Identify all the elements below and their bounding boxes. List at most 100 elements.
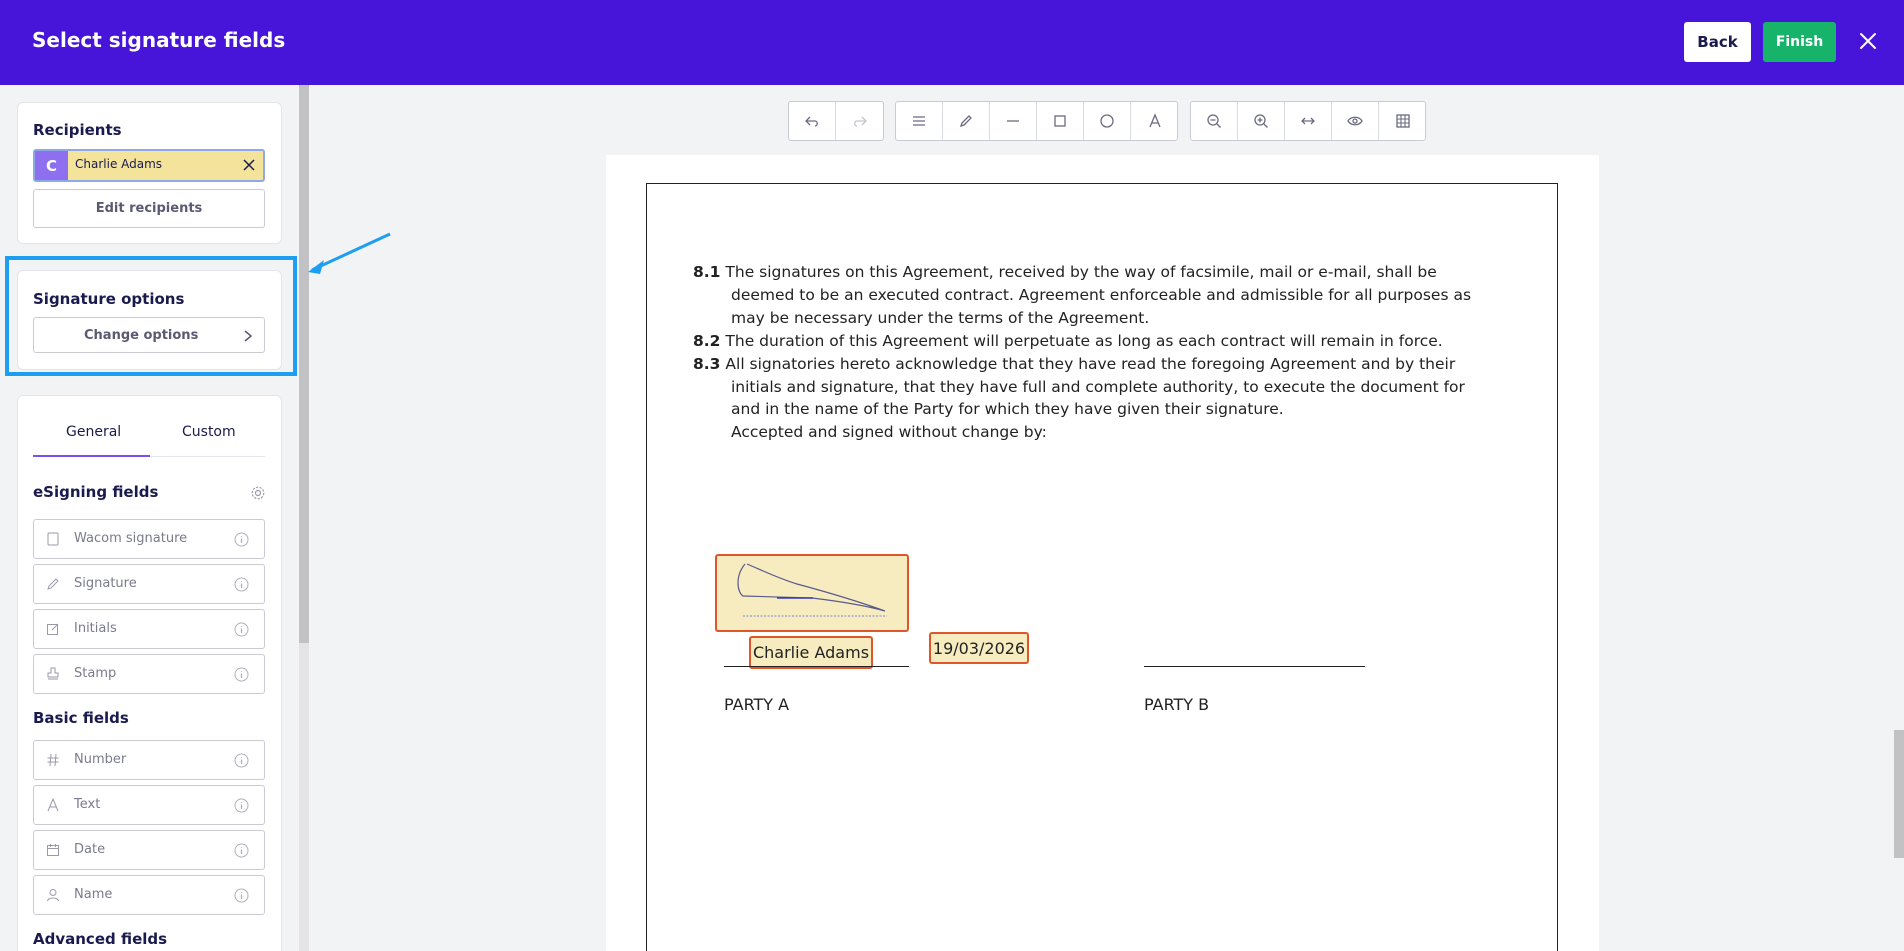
rectangle-icon	[1054, 115, 1066, 127]
document-scroll-thumb[interactable]	[1894, 730, 1904, 858]
grid-icon	[1395, 114, 1410, 128]
field-name[interactable]: Name	[33, 875, 265, 915]
field-date[interactable]: Date	[33, 830, 265, 870]
info-icon[interactable]	[234, 753, 249, 768]
esigning-fields-title: eSigning fields	[33, 483, 159, 501]
fit-width-button[interactable]	[1285, 102, 1332, 140]
clause-line: and in the name of the Party for which t…	[731, 400, 1284, 418]
finish-button[interactable]: Finish	[1763, 22, 1836, 62]
calendar-icon	[47, 844, 59, 856]
text-icon	[1148, 113, 1161, 128]
field-label: Wacom signature	[74, 531, 188, 546]
back-button[interactable]: Back	[1684, 22, 1751, 62]
undo-button[interactable]	[789, 102, 836, 140]
pencil-tool[interactable]	[943, 102, 990, 140]
field-label: Number	[74, 752, 127, 767]
arrows-horizontal-icon	[1301, 117, 1315, 125]
clause-line: initials and signature, that they have f…	[731, 378, 1465, 396]
zoom-in-button[interactable]	[1238, 102, 1285, 140]
text-tool[interactable]	[1131, 102, 1178, 140]
avatar: C	[35, 151, 68, 180]
recipient-name: Charlie Adams	[75, 157, 163, 171]
signature-line-a	[724, 666, 909, 667]
field-label: Stamp	[74, 666, 117, 681]
clause-line: deemed to be an executed contract. Agree…	[731, 286, 1472, 304]
undo-icon	[805, 116, 818, 127]
info-icon[interactable]	[234, 843, 249, 858]
clause-line: 8.1 The signatures on this Agreement, re…	[693, 263, 1437, 281]
page-title: Select signature fields	[32, 28, 286, 52]
zoom-in-icon	[1254, 114, 1268, 128]
field-label: Date	[74, 842, 106, 857]
field-wacom-signature[interactable]: Wacom signature	[33, 519, 265, 559]
text-icon	[47, 798, 59, 812]
top-bar: Select signature fields Back Finish	[0, 0, 1904, 85]
edit-recipients-button[interactable]: Edit recipients	[33, 189, 265, 228]
redo-button[interactable]	[836, 102, 883, 140]
field-text[interactable]: Text	[33, 785, 265, 825]
zoom-out-icon	[1207, 114, 1221, 128]
info-icon[interactable]	[234, 888, 249, 903]
field-label: Signature	[74, 576, 137, 591]
field-label: Name	[74, 887, 113, 902]
history-toolbar	[788, 101, 884, 141]
info-icon[interactable]	[234, 577, 249, 592]
sidebar-scroll-thumb[interactable]	[299, 85, 309, 643]
field-number[interactable]: Number	[33, 740, 265, 780]
redo-icon	[853, 116, 867, 127]
name-field[interactable]: Charlie Adams	[749, 636, 873, 669]
line-tool[interactable]	[990, 102, 1037, 140]
close-icon[interactable]	[1856, 29, 1880, 53]
clause-line: 8.3 All signatories hereto acknowledge t…	[693, 355, 1456, 373]
stamp-icon	[47, 667, 59, 680]
tab-custom[interactable]: Custom	[182, 424, 236, 440]
ellipse-tool[interactable]	[1084, 102, 1131, 140]
clause-line: 8.2 The duration of this Agreement will …	[693, 332, 1443, 350]
view-toolbar	[1190, 101, 1426, 141]
list-tool[interactable]	[896, 102, 943, 140]
gear-icon[interactable]	[250, 485, 266, 501]
clause-number: 8.2	[693, 332, 721, 350]
edit-icon	[47, 623, 59, 635]
info-icon[interactable]	[234, 622, 249, 637]
circle-icon	[1100, 114, 1114, 128]
info-icon[interactable]	[234, 667, 249, 682]
highlight-box	[5, 256, 297, 376]
pointer-arrow-icon	[308, 232, 391, 274]
tab-general[interactable]: General	[66, 424, 121, 440]
signature-line-b	[1144, 666, 1365, 667]
date-field[interactable]: 19/03/2026	[929, 632, 1029, 664]
field-label: Text	[74, 797, 101, 812]
field-initials[interactable]: Initials	[33, 609, 265, 649]
info-icon[interactable]	[234, 798, 249, 813]
zoom-out-button[interactable]	[1191, 102, 1238, 140]
hash-icon	[47, 753, 59, 767]
field-label: Initials	[74, 621, 117, 636]
pen-icon	[47, 578, 59, 590]
list-icon	[913, 116, 925, 126]
preview-button[interactable]	[1332, 102, 1379, 140]
party-b-label: PARTY B	[1144, 695, 1210, 714]
field-signature[interactable]: Signature	[33, 564, 265, 604]
user-icon	[47, 889, 59, 902]
clause-line: Accepted and signed without change by:	[731, 423, 1047, 441]
info-icon[interactable]	[234, 532, 249, 547]
field-stamp[interactable]: Stamp	[33, 654, 265, 694]
remove-recipient-icon[interactable]	[241, 157, 257, 173]
tablet-icon	[47, 532, 59, 546]
draw-toolbar	[895, 101, 1178, 141]
line-icon	[1007, 120, 1019, 122]
party-a-label: PARTY A	[724, 695, 790, 714]
rectangle-tool[interactable]	[1037, 102, 1084, 140]
clause-number: 8.1	[693, 263, 721, 281]
signature-field[interactable]	[715, 554, 909, 632]
recipient-chip[interactable]: C Charlie Adams	[33, 149, 265, 182]
advanced-fields-title: Advanced fields	[33, 930, 168, 948]
tab-active-indicator	[33, 455, 150, 457]
pencil-icon	[959, 115, 972, 128]
clause-number: 8.3	[693, 355, 721, 373]
eye-icon	[1347, 116, 1363, 126]
grid-button[interactable]	[1379, 102, 1426, 140]
clause-line: may be necessary under the terms of the …	[731, 309, 1150, 327]
recipients-title: Recipients	[33, 121, 122, 139]
